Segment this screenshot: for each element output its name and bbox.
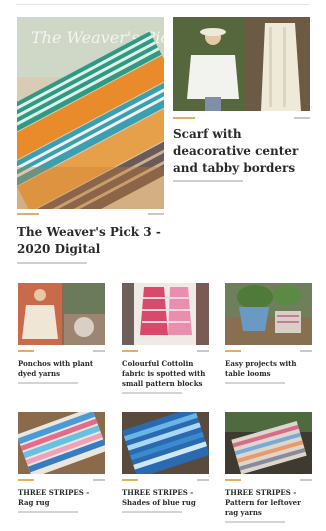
card-title[interactable]: Easy projects with table looms (225, 359, 312, 379)
featured-main-byline (17, 262, 87, 264)
card-title[interactable]: Ponchos with plant dyed yarns (18, 359, 105, 379)
featured-side-title[interactable]: Scarf with deacorative center and tabby … (173, 126, 313, 177)
article-card[interactable]: THREE STRIPES - Shades of blue rug (122, 412, 209, 513)
rag-rug-photo-icon (18, 412, 105, 474)
poncho-photo-icon (18, 283, 105, 345)
top-divider (16, 4, 310, 5)
potted-plant-photo-icon (225, 283, 312, 345)
article-card[interactable]: THREE STRIPES - Rag rug (18, 412, 105, 513)
category-tag (17, 213, 39, 215)
card-byline (122, 392, 182, 394)
featured-side-byline (173, 180, 243, 182)
card-title[interactable]: Colourful Cottolin fabric is spotted wit… (122, 359, 209, 389)
woven-fabric-magazine-cover-icon: The Weaver's Pick (17, 17, 164, 209)
featured-side-image[interactable] (173, 17, 310, 111)
card-byline (18, 382, 78, 384)
card-byline (18, 511, 78, 513)
featured-side-meta (173, 117, 310, 123)
featured-main-image[interactable]: The Weaver's Pick (17, 17, 164, 209)
date-label (148, 213, 164, 215)
article-card[interactable]: Colourful Cottolin fabric is spotted wit… (122, 283, 209, 394)
article-card[interactable]: THREE STRIPES - Pattern for leftover rag… (225, 412, 312, 523)
card-byline (122, 511, 182, 513)
pink-fabric-photo-icon (122, 283, 209, 345)
woman-in-poncho-photo-icon (173, 17, 310, 111)
card-byline (225, 521, 285, 523)
card-title[interactable]: THREE STRIPES - Pattern for leftover rag… (225, 488, 312, 518)
featured-main-meta (17, 213, 164, 219)
category-tag (173, 117, 195, 119)
article-card[interactable]: Ponchos with plant dyed yarns (18, 283, 105, 384)
blue-rug-photo-icon (122, 412, 209, 474)
card-byline (225, 382, 285, 384)
leftover-rug-photo-icon (225, 412, 312, 474)
featured-main-title[interactable]: The Weaver's Pick 3 - 2020 Digital (17, 224, 167, 258)
card-title[interactable]: THREE STRIPES - Rag rug (18, 488, 105, 508)
date-label (294, 117, 310, 119)
card-title[interactable]: THREE STRIPES - Shades of blue rug (122, 488, 209, 508)
article-card[interactable]: Easy projects with table looms (225, 283, 312, 384)
